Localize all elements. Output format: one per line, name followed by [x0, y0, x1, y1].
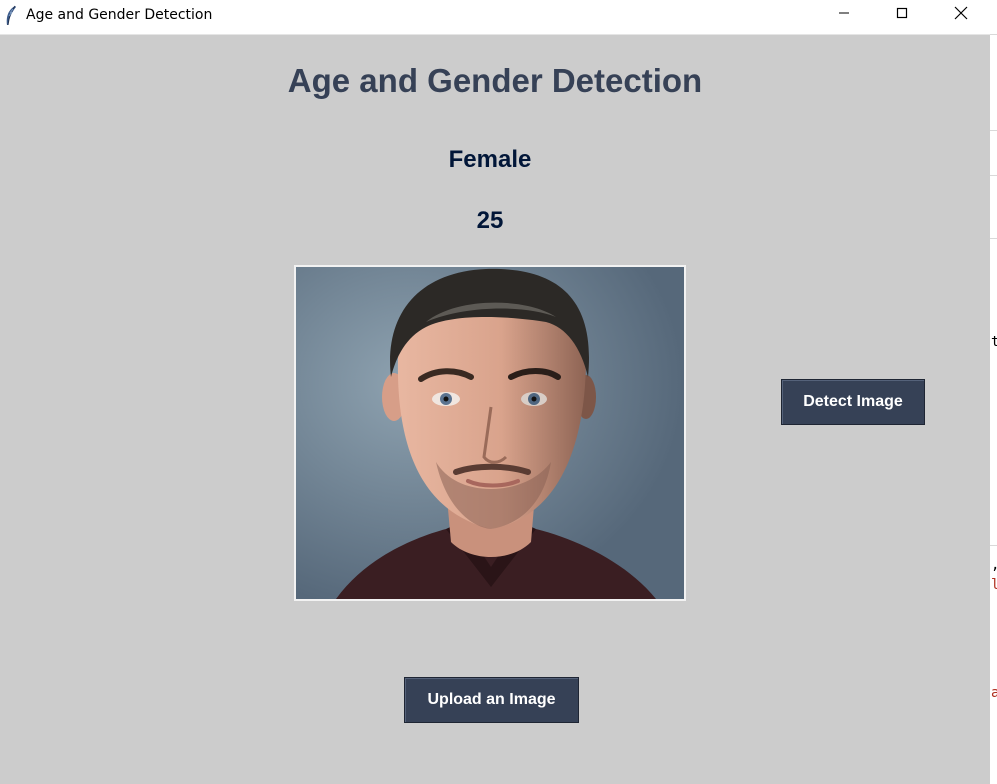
upload-image-button[interactable]: Upload an Image	[404, 677, 579, 723]
close-icon	[954, 6, 968, 25]
minimize-icon	[838, 6, 850, 24]
background-editor: t , l a	[990, 0, 997, 784]
page-title: Age and Gender Detection	[287, 62, 703, 99]
title-bar[interactable]: Age and Gender Detection	[0, 0, 990, 35]
maximize-button[interactable]	[879, 0, 925, 30]
editor-divider	[990, 545, 997, 546]
gender-result: Female	[448, 146, 532, 173]
editor-divider	[990, 175, 997, 176]
editor-divider	[990, 34, 997, 35]
age-result: 25	[476, 207, 504, 234]
editor-divider	[990, 130, 997, 131]
minimize-button[interactable]	[821, 0, 867, 30]
portrait-photo	[294, 265, 686, 601]
maximize-icon	[896, 6, 908, 24]
editor-char: t	[991, 334, 997, 350]
feather-icon	[4, 5, 18, 27]
detect-image-button[interactable]: Detect Image	[781, 379, 925, 425]
editor-char: a	[991, 685, 997, 701]
editor-char: l	[991, 577, 997, 593]
window-title: Age and Gender Detection	[26, 7, 213, 23]
editor-char: ,	[991, 558, 997, 572]
editor-divider	[990, 238, 997, 239]
close-button[interactable]	[938, 0, 984, 30]
app-window: Age and Gender Detection Age and Gender …	[0, 0, 990, 784]
